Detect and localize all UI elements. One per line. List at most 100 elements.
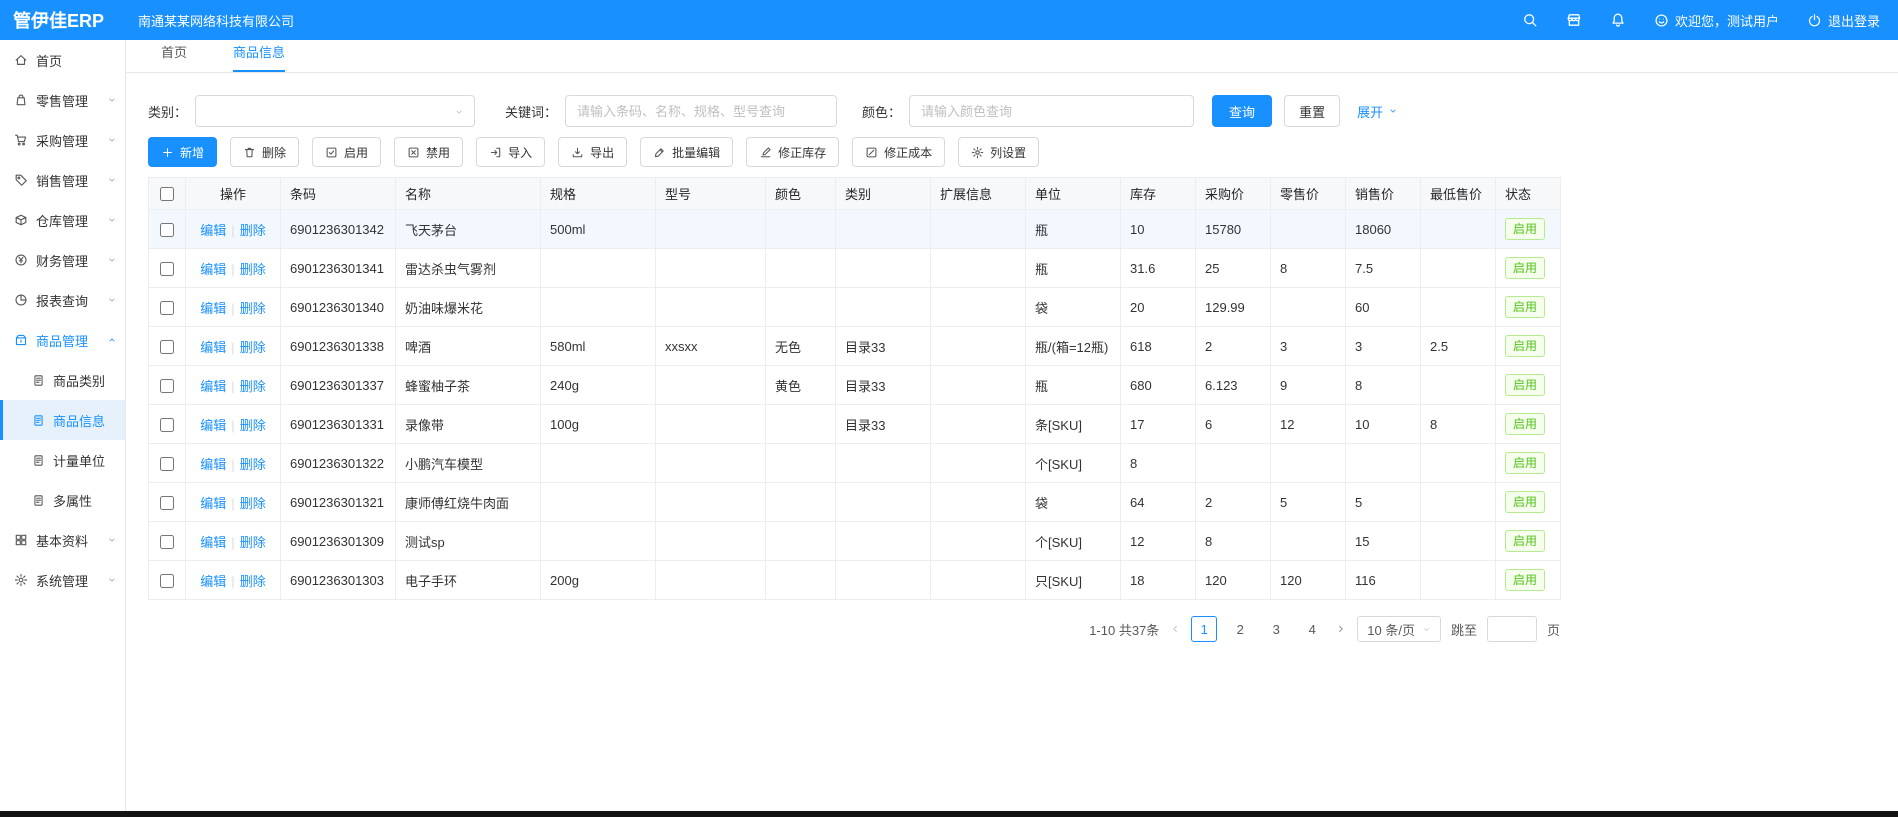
bell-icon[interactable] bbox=[1610, 12, 1626, 28]
sidebar-item-label: 销售管理 bbox=[36, 171, 107, 190]
edit-link[interactable]: 编辑 bbox=[200, 223, 226, 238]
page-button-4[interactable]: 4 bbox=[1299, 616, 1325, 642]
sidebar-item-label: 基本资料 bbox=[36, 531, 107, 550]
cell-color bbox=[766, 405, 836, 444]
row-checkbox[interactable] bbox=[160, 301, 174, 315]
export-button[interactable]: 导出 bbox=[558, 137, 627, 167]
cell-status: 启用 bbox=[1496, 288, 1561, 327]
enable-button[interactable]: 启用 bbox=[312, 137, 381, 167]
row-checkbox[interactable] bbox=[160, 574, 174, 588]
batch-edit-button[interactable]: 批量编辑 bbox=[640, 137, 733, 167]
sidebar-item-label: 商品类别 bbox=[53, 371, 105, 390]
chevron-down-icon bbox=[107, 135, 117, 145]
edit-link[interactable]: 编辑 bbox=[200, 340, 226, 355]
row-checkbox[interactable] bbox=[160, 496, 174, 510]
edit-link[interactable]: 编辑 bbox=[200, 535, 226, 550]
edit-link[interactable]: 编辑 bbox=[200, 262, 226, 277]
select-all-checkbox[interactable] bbox=[160, 187, 174, 201]
expand-link[interactable]: 展开 bbox=[1357, 102, 1398, 121]
sidebar-item-basic[interactable]: 基本资料 bbox=[0, 520, 125, 560]
cell-status: 启用 bbox=[1496, 249, 1561, 288]
row-checkbox[interactable] bbox=[160, 379, 174, 393]
column-settings-button[interactable]: 列设置 bbox=[958, 137, 1039, 167]
column-header-11: 零售价 bbox=[1271, 178, 1346, 210]
doc-icon bbox=[32, 414, 45, 427]
disable-button[interactable]: 禁用 bbox=[394, 137, 463, 167]
edit-link[interactable]: 编辑 bbox=[200, 301, 226, 316]
tab-home[interactable]: 首页 bbox=[161, 42, 187, 72]
cell-purchase_price: 8 bbox=[1196, 522, 1271, 561]
sidebar-item-home[interactable]: 首页 bbox=[0, 40, 125, 80]
edit-link[interactable]: 编辑 bbox=[200, 457, 226, 472]
sidebar-item-system[interactable]: 系统管理 bbox=[0, 560, 125, 600]
row-checkbox[interactable] bbox=[160, 262, 174, 276]
sidebar-item-finance[interactable]: 财务管理 bbox=[0, 240, 125, 280]
search-button[interactable]: 查询 bbox=[1212, 95, 1272, 127]
delete-link[interactable]: 删除 bbox=[240, 418, 266, 433]
status-badge: 启用 bbox=[1505, 452, 1545, 474]
edit-link[interactable]: 编辑 bbox=[200, 379, 226, 394]
table-row: 编辑|删除6901236301341雷达杀虫气雾剂瓶31.62587.5启用 bbox=[149, 249, 1561, 288]
page-button-2[interactable]: 2 bbox=[1227, 616, 1253, 642]
page-size-select[interactable]: 10 条/页 bbox=[1357, 616, 1441, 642]
cell-category: 目录33 bbox=[836, 366, 931, 405]
delete-link[interactable]: 删除 bbox=[240, 379, 266, 394]
store-icon[interactable] bbox=[1566, 12, 1582, 28]
search-icon[interactable] bbox=[1522, 12, 1538, 28]
row-checkbox[interactable] bbox=[160, 418, 174, 432]
sidebar-item-goods[interactable]: 商品管理 bbox=[0, 320, 125, 360]
sidebar-item-warehouse[interactable]: 仓库管理 bbox=[0, 200, 125, 240]
table-body: 编辑|删除6901236301342飞天茅台500ml瓶101578018060… bbox=[149, 210, 1561, 600]
row-checkbox[interactable] bbox=[160, 535, 174, 549]
cell-spec: 100g bbox=[541, 405, 656, 444]
reset-button[interactable]: 重置 bbox=[1284, 95, 1340, 127]
edit-link[interactable]: 编辑 bbox=[200, 574, 226, 589]
sidebar-item-purchase[interactable]: 采购管理 bbox=[0, 120, 125, 160]
category-select[interactable] bbox=[195, 95, 475, 127]
fix-cost-button[interactable]: 修正成本 bbox=[852, 137, 945, 167]
prev-page-button[interactable] bbox=[1169, 623, 1181, 635]
fix-stock-button[interactable]: 修正库存 bbox=[746, 137, 839, 167]
delete-link[interactable]: 删除 bbox=[240, 496, 266, 511]
delete-link[interactable]: 删除 bbox=[240, 457, 266, 472]
delete-link[interactable]: 删除 bbox=[240, 262, 266, 277]
pencil-icon bbox=[653, 146, 666, 159]
delete-link[interactable]: 删除 bbox=[240, 574, 266, 589]
tab-goods-info[interactable]: 商品信息 bbox=[233, 42, 285, 72]
add-button[interactable]: 新增 bbox=[148, 137, 217, 167]
next-page-button[interactable] bbox=[1335, 623, 1347, 635]
cell-purchase_price: 129.99 bbox=[1196, 288, 1271, 327]
sidebar-item-measure-unit[interactable]: 计量单位 bbox=[0, 440, 125, 480]
delete-link[interactable]: 删除 bbox=[240, 535, 266, 550]
delete-link[interactable]: 删除 bbox=[240, 223, 266, 238]
delete-link[interactable]: 删除 bbox=[240, 340, 266, 355]
cell-barcode: 6901236301340 bbox=[281, 288, 396, 327]
sidebar-item-report[interactable]: 报表查询 bbox=[0, 280, 125, 320]
page-button-3[interactable]: 3 bbox=[1263, 616, 1289, 642]
sidebar-item-multi-attr[interactable]: 多属性 bbox=[0, 480, 125, 520]
cell-barcode: 6901236301338 bbox=[281, 327, 396, 366]
cell-sale_price: 116 bbox=[1346, 561, 1421, 600]
delete-link[interactable]: 删除 bbox=[240, 301, 266, 316]
delete-button[interactable]: 删除 bbox=[230, 137, 299, 167]
sidebar-item-sales[interactable]: 销售管理 bbox=[0, 160, 125, 200]
edit-link[interactable]: 编辑 bbox=[200, 418, 226, 433]
sidebar-item-goods-category[interactable]: 商品类别 bbox=[0, 360, 125, 400]
pagination: 1-10 共37条 1234 10 条/页 跳至 页 bbox=[148, 616, 1560, 642]
logout-button[interactable]: 退出登录 bbox=[1807, 11, 1880, 30]
import-button[interactable]: 导入 bbox=[476, 137, 545, 167]
edit-link[interactable]: 编辑 bbox=[200, 496, 226, 511]
row-checkbox[interactable] bbox=[160, 223, 174, 237]
color-input[interactable] bbox=[909, 95, 1194, 127]
user-welcome[interactable]: 欢迎您，测试用户 bbox=[1654, 11, 1779, 30]
row-checkbox[interactable] bbox=[160, 457, 174, 471]
tag-icon bbox=[14, 173, 28, 187]
sidebar-item-label: 计量单位 bbox=[53, 451, 105, 470]
page-button-1[interactable]: 1 bbox=[1191, 616, 1217, 642]
sidebar-item-goods-info[interactable]: 商品信息 bbox=[0, 400, 125, 440]
keyword-input[interactable] bbox=[565, 95, 837, 127]
sidebar-item-retail[interactable]: 零售管理 bbox=[0, 80, 125, 120]
row-checkbox[interactable] bbox=[160, 340, 174, 354]
jump-page-input[interactable] bbox=[1487, 616, 1537, 642]
row-select-cell bbox=[149, 522, 186, 561]
